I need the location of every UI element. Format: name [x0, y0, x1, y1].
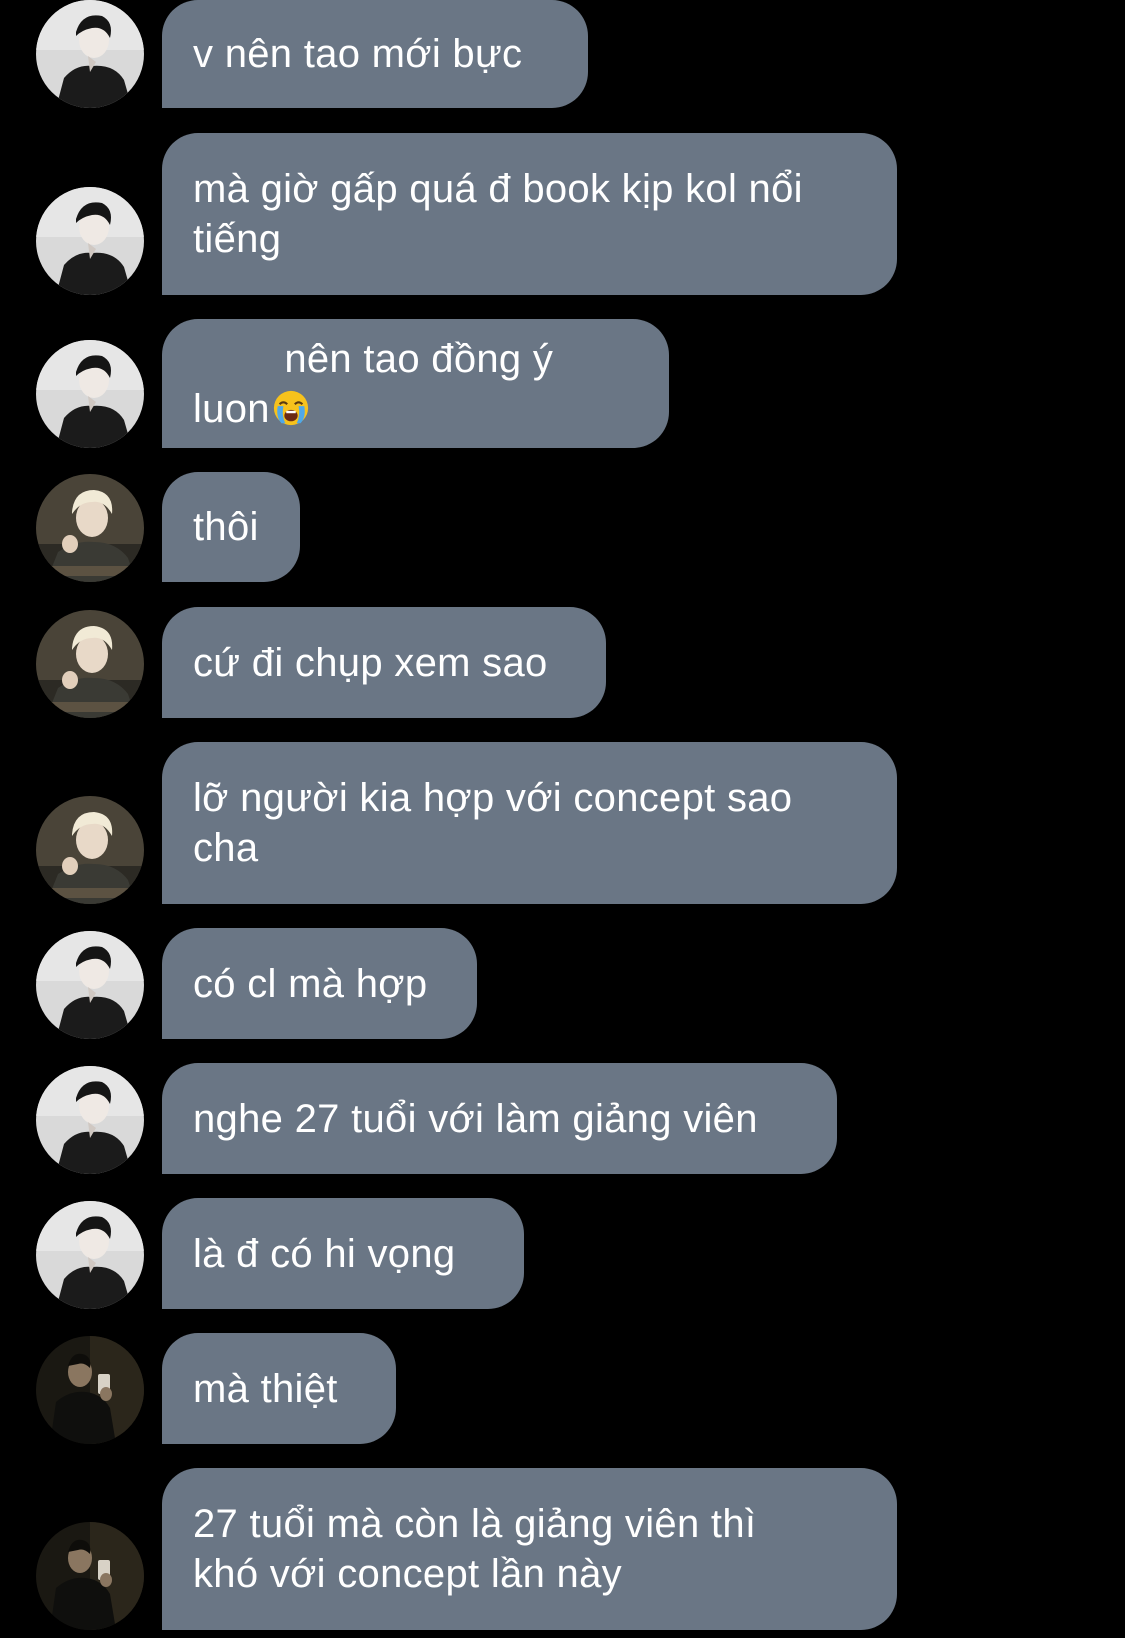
avatar[interactable] — [36, 796, 144, 904]
message-text: 27 tuổi mà còn là giảng viên thì khó với… — [193, 1502, 757, 1596]
message-thread[interactable]: v nên tao mới bực mà giờ gấp quá đ book … — [0, 0, 1125, 1638]
message-text: có cl mà hợp — [193, 961, 428, 1006]
avatar-dark-hair-portrait-icon — [36, 1066, 144, 1174]
avatar-blonde-portrait-icon — [36, 610, 144, 718]
avatar-dark-hair-portrait-icon — [36, 1201, 144, 1309]
message-bubble[interactable]: thôi — [162, 472, 300, 582]
message-text: nghe 27 tuổi với làm giảng viên — [193, 1096, 758, 1141]
message-row: nên tao đồng ý luon — [0, 319, 1125, 448]
message-text: mà thiệt — [193, 1366, 338, 1411]
message-bubble[interactable]: nên tao đồng ý luon — [162, 319, 669, 448]
message-bubble[interactable]: cứ đi chụp xem sao — [162, 607, 606, 718]
message-bubble[interactable]: có cl mà hợp — [162, 928, 477, 1039]
avatar-dark-hair-portrait-icon — [36, 0, 144, 108]
message-bubble[interactable]: v nên tao mới bực — [162, 0, 588, 108]
avatar-mirror-selfie-icon — [36, 1336, 144, 1444]
avatar[interactable] — [36, 340, 144, 448]
message-row: là đ có hi vọng — [0, 1198, 1125, 1309]
avatar[interactable] — [36, 1201, 144, 1309]
avatar[interactable] — [36, 187, 144, 295]
loudly-crying-face-icon — [272, 389, 310, 427]
message-row: mà thiệt — [0, 1333, 1125, 1444]
message-text: thôi — [193, 505, 259, 549]
avatar-dark-hair-portrait-icon — [36, 931, 144, 1039]
avatar-dark-hair-portrait-icon — [36, 340, 144, 448]
message-bubble[interactable]: mà thiệt — [162, 1333, 396, 1444]
message-text: mà giờ gấp quá đ book kịp kol nổi tiếng — [193, 167, 803, 261]
message-text: là đ có hi vọng — [193, 1231, 456, 1276]
message-row: thôi — [0, 472, 1125, 582]
avatar[interactable] — [36, 610, 144, 718]
message-text: cứ đi chụp xem sao — [193, 640, 548, 685]
avatar-blonde-portrait-icon — [36, 796, 144, 904]
message-content: nên tao đồng ý luon — [193, 284, 637, 484]
avatar-blonde-portrait-icon — [36, 474, 144, 582]
message-text: v nên tao mới bực — [193, 32, 523, 76]
message-row: v nên tao mới bực — [0, 0, 1125, 108]
message-text: nên tao đồng ý luon — [193, 336, 565, 431]
message-bubble[interactable]: nghe 27 tuổi với làm giảng viên — [162, 1063, 837, 1174]
avatar[interactable] — [36, 474, 144, 582]
message-row: nghe 27 tuổi với làm giảng viên — [0, 1063, 1125, 1174]
avatar[interactable] — [36, 1066, 144, 1174]
message-row: cứ đi chụp xem sao — [0, 607, 1125, 718]
message-bubble[interactable]: 27 tuổi mà còn là giảng viên thì khó với… — [162, 1468, 897, 1630]
avatar-mirror-selfie-icon — [36, 1522, 144, 1630]
message-row: có cl mà hợp — [0, 928, 1125, 1039]
message-bubble[interactable]: là đ có hi vọng — [162, 1198, 524, 1309]
avatar[interactable] — [36, 931, 144, 1039]
message-bubble[interactable]: lỡ người kia hợp với concept sao cha — [162, 742, 897, 904]
message-row: 27 tuổi mà còn là giảng viên thì khó với… — [0, 1468, 1125, 1630]
avatar[interactable] — [36, 1522, 144, 1630]
message-text: lỡ người kia hợp với concept sao cha — [193, 776, 793, 870]
message-row: mà giờ gấp quá đ book kịp kol nổi tiếng — [0, 133, 1125, 295]
message-row: lỡ người kia hợp với concept sao cha — [0, 742, 1125, 904]
avatar[interactable] — [36, 0, 144, 108]
avatar-dark-hair-portrait-icon — [36, 187, 144, 295]
message-bubble[interactable]: mà giờ gấp quá đ book kịp kol nổi tiếng — [162, 133, 897, 295]
avatar[interactable] — [36, 1336, 144, 1444]
